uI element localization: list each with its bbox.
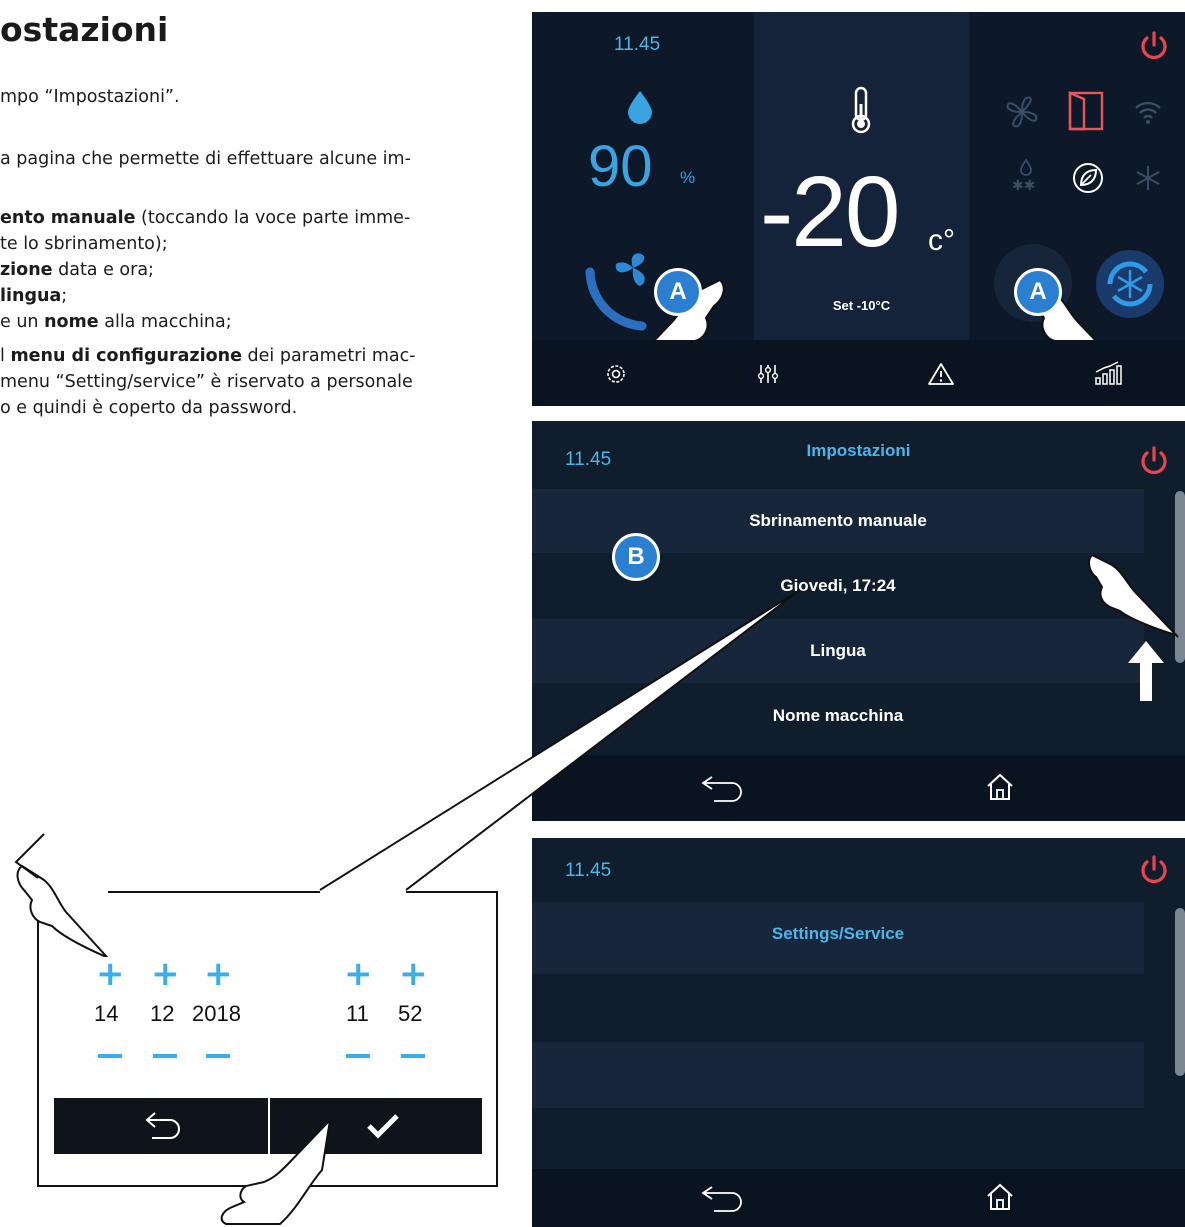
month-decrement-button[interactable] bbox=[153, 1054, 177, 1058]
month-value: 12 bbox=[150, 1001, 175, 1026]
pointing-hand-icon bbox=[14, 833, 109, 957]
day-value: 14 bbox=[94, 1001, 119, 1026]
minute-increment-button[interactable]: + bbox=[399, 954, 428, 994]
hour-increment-button[interactable]: + bbox=[344, 954, 373, 994]
minute-value: 52 bbox=[398, 1001, 423, 1026]
year-decrement-button[interactable] bbox=[206, 1054, 230, 1058]
day-decrement-button[interactable] bbox=[98, 1054, 122, 1058]
month-increment-button[interactable]: + bbox=[151, 954, 180, 994]
checkmark-icon bbox=[367, 1114, 399, 1139]
year-value: 2018 bbox=[192, 1001, 241, 1026]
hour-value: 11 bbox=[346, 1001, 369, 1026]
minute-decrement-button[interactable] bbox=[401, 1054, 425, 1058]
hour-decrement-button[interactable] bbox=[346, 1054, 370, 1058]
pointing-hand-icon-confirm bbox=[220, 1116, 332, 1225]
year-increment-button[interactable]: + bbox=[204, 954, 233, 994]
back-arrow-icon bbox=[145, 1112, 180, 1139]
